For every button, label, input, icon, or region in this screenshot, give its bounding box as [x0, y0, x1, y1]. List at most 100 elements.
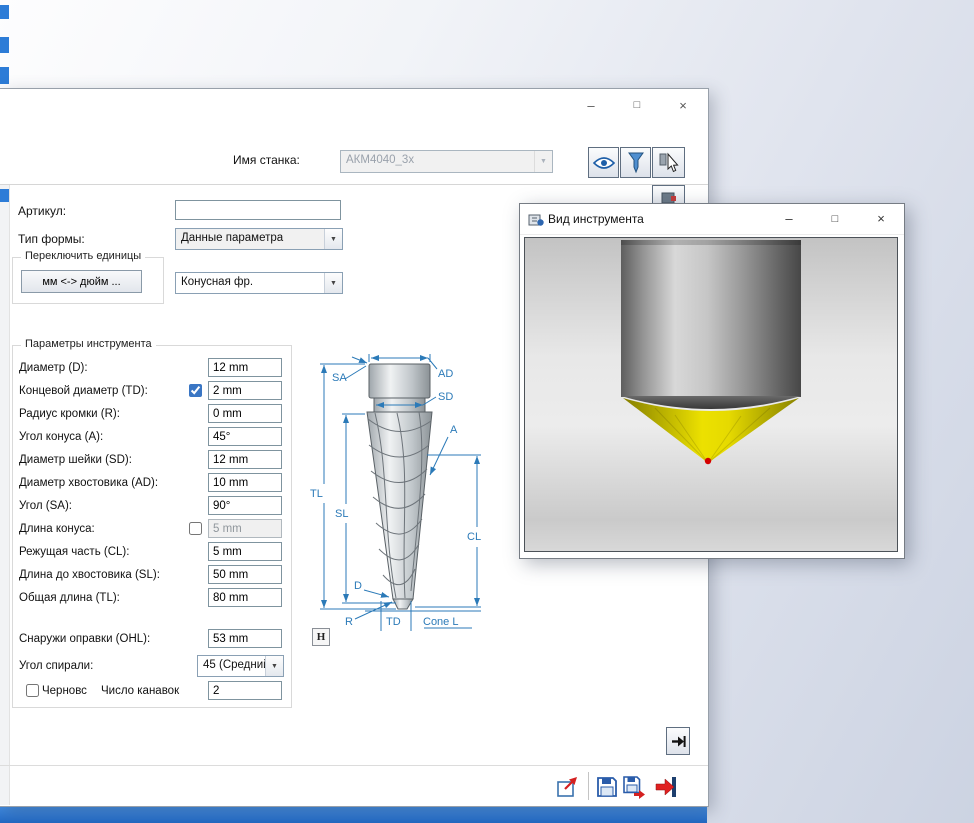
article-label: Артикул: [18, 204, 66, 218]
parameter-row: Общая длина (TL): [13, 588, 291, 611]
background-window-fragment [0, 5, 9, 19]
dialog-maximize-button[interactable]: □ [621, 93, 653, 117]
parameter-label: Диаметр (D): [19, 362, 88, 374]
chevron-down-icon: ▼ [534, 151, 552, 172]
parameter-label: Угол конуса (A): [19, 431, 103, 443]
cursor-pick-icon [658, 151, 679, 174]
roughing-checkbox[interactable] [26, 684, 39, 697]
chevron-down-icon: ▼ [265, 656, 283, 676]
parameter-label: Длина конуса: [19, 523, 95, 535]
parameter-input[interactable] [208, 358, 282, 377]
flutes-count-label: Число канавок [101, 685, 179, 697]
save-icon [594, 774, 620, 800]
parameter-label: Снаружи оправки (OHL): [19, 633, 150, 645]
parameter-input [208, 519, 282, 538]
parameter-input[interactable] [208, 565, 282, 584]
dim-label-r: R [345, 616, 353, 628]
tool-view-window: Вид инструмента – □ × [519, 203, 905, 559]
parameter-input[interactable] [208, 629, 282, 648]
parameter-label: Режущая часть (CL): [19, 546, 129, 558]
footer-vertical-separator [588, 772, 589, 800]
tool-3d-viewport[interactable] [524, 237, 898, 552]
dim-label-d: D [354, 580, 362, 592]
save-as-icon [621, 774, 647, 800]
export-icon [555, 774, 581, 800]
parameter-row: Снаружи оправки (OHL): [13, 629, 291, 652]
parameter-label: Радиус кромки (R): [19, 408, 120, 420]
units-group-title: Переключить единицы [21, 250, 145, 262]
spiral-angle-value: 45 (Средний) [203, 656, 265, 676]
export-tool-button[interactable] [554, 773, 581, 800]
parameter-row: Длина конуса: [13, 519, 291, 542]
show-tool-button[interactable] [588, 147, 619, 178]
flutes-count-input[interactable] [208, 681, 282, 700]
parameter-input[interactable] [208, 496, 282, 515]
parameter-label: Длина до хвостовика (SL): [19, 569, 160, 581]
form-type-select[interactable]: Данные параметра ▼ [175, 228, 343, 250]
units-toggle-button[interactable]: мм <-> дюйм ... [21, 270, 142, 293]
tool-view-titlebar[interactable]: Вид инструмента – □ × [520, 204, 904, 235]
machine-name-label: Имя станка: [233, 153, 300, 167]
parameter-input[interactable] [208, 542, 282, 561]
background-window-fragment [0, 37, 9, 53]
machine-name-value: АКМ4040_3x [346, 151, 534, 172]
pick-tool-button[interactable] [652, 147, 685, 178]
parameter-label: Общая длина (TL): [19, 592, 120, 604]
parameter-row: Угол конуса (A): [13, 427, 291, 450]
dim-label-sl: SL [335, 508, 348, 520]
parameter-input[interactable] [208, 381, 282, 400]
tool-type-select[interactable]: Конусная фр. ▼ [175, 272, 343, 294]
background-window-titlebar [0, 807, 707, 823]
parameter-row: Концевой диаметр (TD): [13, 381, 291, 404]
next-page-button[interactable] [666, 727, 690, 755]
dim-label-tl: TL [310, 488, 323, 500]
parameter-checkbox[interactable] [189, 522, 202, 535]
parameter-row: Диаметр шейки (SD): [13, 450, 291, 473]
toolbar-separator [0, 184, 708, 185]
parameter-label: Угол (SA): [19, 500, 72, 512]
tool-view-close-button[interactable]: × [864, 205, 898, 232]
tool-type-value: Конусная фр. [181, 273, 324, 293]
side-panel-tab[interactable] [0, 189, 9, 202]
background-window-fragment [0, 67, 9, 84]
machine-name-select: АКМ4040_3x ▼ [340, 150, 553, 173]
parameter-input[interactable] [208, 427, 282, 446]
footer-separator [0, 765, 708, 766]
units-group: Переключить единицы мм <-> дюйм ... [12, 257, 164, 304]
form-type-value: Данные параметра [181, 229, 324, 249]
tool-tip-point [705, 458, 711, 464]
parameter-checkbox[interactable] [189, 384, 202, 397]
parameter-row: Угол (SA): [13, 496, 291, 519]
tool-view-maximize-button[interactable]: □ [818, 205, 852, 232]
exit-icon [653, 774, 679, 800]
collapsed-side-panel[interactable] [0, 185, 10, 805]
tool-view-minimize-button[interactable]: – [772, 205, 806, 232]
tool-library-button[interactable] [620, 147, 651, 178]
save-as-tool-button[interactable] [620, 773, 647, 800]
tool-3d-scene [525, 238, 897, 551]
dim-label-sa: SA [332, 372, 347, 384]
milling-tool-icon [627, 151, 645, 174]
dim-label-ad: AD [438, 368, 453, 380]
dim-label-sd: SD [438, 391, 453, 403]
spiral-angle-select[interactable]: 45 (Средний) ▼ [197, 655, 284, 677]
spiral-angle-label: Угол спирали: [19, 660, 93, 672]
article-input[interactable] [175, 200, 341, 220]
parameter-input[interactable] [208, 404, 282, 423]
h-dimension-button[interactable]: H [312, 628, 330, 646]
parameter-input[interactable] [208, 588, 282, 607]
tool-shank-top-rim [621, 240, 801, 245]
parameter-input[interactable] [208, 450, 282, 469]
tool-shank-3d [621, 240, 801, 397]
dialog-close-button[interactable]: × [667, 93, 699, 117]
save-tool-button[interactable] [593, 773, 620, 800]
roughing-label: Черновс [42, 685, 98, 697]
dim-label-a: A [450, 424, 458, 436]
parameter-label: Диаметр шейки (SD): [19, 454, 132, 466]
tool-view-window-icon [528, 211, 544, 227]
parameter-row: Радиус кромки (R): [13, 404, 291, 427]
dialog-minimize-button[interactable]: – [575, 93, 607, 117]
tool-parameters-group: Параметры инструмента Диаметр (D): Конце… [12, 345, 292, 708]
exit-button[interactable] [652, 773, 679, 800]
parameter-input[interactable] [208, 473, 282, 492]
